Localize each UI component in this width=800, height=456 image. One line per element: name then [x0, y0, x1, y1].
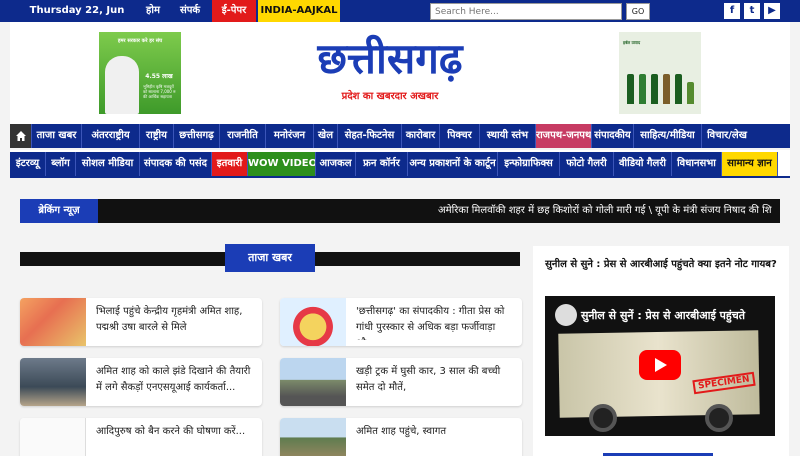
sidebar-widget: सुनील से सुने : प्रेस से आरबीआई पहुंचते … [533, 246, 789, 456]
news-card[interactable]: अमित शाह को काले झंडे दिखाने की तैयारी म… [20, 358, 262, 406]
video-title[interactable]: सुनील से सुनें : प्रेस से आरबीआई पहुंचते [581, 308, 745, 323]
search-input[interactable] [430, 3, 622, 20]
nav-literature-media[interactable]: साहित्य/मीडिया [634, 124, 702, 148]
nav-sports[interactable]: खेल [314, 124, 338, 148]
news-title[interactable]: अमित शाह को काले झंडे दिखाने की तैयारी म… [96, 364, 256, 396]
ad-banner-right[interactable]: हर्बल उत्पाद [619, 32, 701, 114]
ad-left-line3: भूमिहीन कृषि मजदूरों को सालाना 7,000 रु … [143, 84, 176, 99]
nav-infographics[interactable]: इन्फोग्राफिक्स [498, 152, 560, 176]
ad-banner-left[interactable]: हमर सरकार करे हर संघ 4.55 लाख भूमिहीन कृ… [99, 32, 181, 114]
breaking-news-label: ब्रेकिंग न्यूज़ [20, 199, 98, 223]
nav-vidhansabha[interactable]: विधानसभा [672, 152, 722, 176]
news-card[interactable]: आदिपुरुष को बैन करने की घोषणा करें... [20, 418, 262, 456]
breaking-news-ticker[interactable]: अमेरिका मिलवॉकी शहर में छह किशोरों को गो… [438, 199, 772, 223]
nav-rajpath-janpath[interactable]: राजपथ-जनपथ [536, 124, 592, 148]
site-logo[interactable]: छत्तीसगढ़ [280, 36, 500, 82]
ad-left-line2: 4.55 लाख [145, 73, 173, 80]
product-bottle-image [627, 74, 634, 104]
news-thumbnail[interactable] [280, 298, 346, 346]
top-link-home[interactable]: होम [138, 0, 168, 22]
news-title[interactable]: खड़ी ट्रक में घुसी कार, 3 साल की बच्ची स… [356, 364, 516, 396]
top-link-epaper[interactable]: ई-पेपर [212, 0, 256, 22]
breaking-news-bar: अमेरिका मिलवॉकी शहर में छह किशोरों को गो… [20, 199, 780, 223]
twitter-icon[interactable]: t [744, 3, 760, 19]
nav-wow-video[interactable]: WOW VIDEO [248, 152, 316, 176]
nav-cartoons[interactable]: अन्य प्रकाशनों के कार्टून [408, 152, 498, 176]
main-nav: ताजा खबर अंतरराष्ट्रीय राष्ट्रीय छत्तीसग… [10, 124, 790, 148]
news-title[interactable]: आदिपुरुष को बैन करने की घोषणा करें... [96, 424, 256, 440]
nav-itwari[interactable]: इतवारी [212, 152, 248, 176]
wheel-image [589, 404, 617, 432]
nav-health-fitness[interactable]: सेहत-फिटनेस [338, 124, 402, 148]
nav-video-gallery[interactable]: वीडियो गैलरी [614, 152, 672, 176]
site-tagline: प्रदेश का खबरदार अखबार [341, 91, 439, 102]
news-card[interactable]: 'छत्तीसगढ़' का संपादकीय : गीता प्रेस को … [280, 298, 522, 346]
product-bottle-image [687, 82, 694, 104]
news-title[interactable]: 'छत्तीसगढ़' का संपादकीय : गीता प्रेस को … [356, 304, 516, 340]
channel-avatar[interactable] [555, 304, 577, 326]
nav-opinion[interactable]: विचार/लेख [702, 124, 752, 148]
ad-person-image [105, 56, 139, 114]
nav-chhattisgarh[interactable]: छत्तीसगढ़ [174, 124, 220, 148]
nav-taaja-khabar[interactable]: ताजा खबर [32, 124, 82, 148]
product-bottle-image [639, 74, 646, 104]
news-card[interactable]: भिलाई पहुंचे केन्द्रीय गृहमंत्री अमित शा… [20, 298, 262, 346]
top-bar: Thursday 22, Jun 2023 होम संपर्क ई-पेपर … [0, 0, 800, 38]
section-title: ताजा खबर [225, 244, 315, 272]
ad-right-heading: हर्बल उत्पाद [623, 40, 641, 45]
nav-photo-gallery[interactable]: फोटो गैलरी [560, 152, 614, 176]
nav-general-knowledge[interactable]: सामान्य ज्ञान [722, 152, 778, 176]
nav-international[interactable]: अंतरराष्ट्रीय [82, 124, 140, 148]
wheel-image [705, 404, 733, 432]
nav-home[interactable] [10, 124, 32, 148]
ad-left-line1: हमर सरकार करे हर संघ [117, 38, 163, 44]
product-bottle-image [663, 74, 670, 104]
site-header: हमर सरकार करे हर संघ 4.55 लाख भूमिहीन कृ… [10, 22, 790, 124]
news-title[interactable]: भिलाई पहुंचे केन्द्रीय गृहमंत्री अमित शा… [96, 304, 256, 336]
secondary-nav: इंटरव्यू ब्लॉग सोशल मीडिया संपादक की पसं… [10, 150, 790, 178]
news-thumbnail[interactable] [280, 358, 346, 406]
news-thumbnail[interactable] [20, 358, 86, 406]
current-date: Thursday 22, Jun 2023 [29, 5, 125, 38]
news-title[interactable]: अमित शाह पहुंचे, स्वागत [356, 424, 516, 440]
news-thumbnail[interactable] [20, 298, 86, 346]
news-thumbnail[interactable] [280, 418, 346, 456]
nav-editors-choice[interactable]: संपादक की पसंद [140, 152, 212, 176]
nav-blog[interactable]: ब्लॉग [46, 152, 76, 176]
news-thumbnail[interactable] [20, 418, 86, 456]
nav-permanent-column[interactable]: स्थायी स्तंभ [480, 124, 536, 148]
youtube-icon[interactable]: ▶ [764, 3, 780, 19]
play-button[interactable] [639, 350, 681, 380]
product-bottle-image [651, 74, 658, 104]
nav-politics[interactable]: राजनीति [220, 124, 266, 148]
search-go-button[interactable]: GO [626, 3, 650, 20]
nav-entertainment[interactable]: मनोरंजन [266, 124, 314, 148]
home-icon [15, 131, 26, 141]
nav-national[interactable]: राष्ट्रीय [140, 124, 174, 148]
nav-social-media[interactable]: सोशल मीडिया [76, 152, 140, 176]
nav-business[interactable]: कारोबार [402, 124, 440, 148]
facebook-icon[interactable]: f [724, 3, 740, 19]
news-card[interactable]: खड़ी ट्रक में घुसी कार, 3 साल की बच्ची स… [280, 358, 522, 406]
nav-fun-corner[interactable]: फ्रन कॉर्नर [356, 152, 408, 176]
sidebar-video-heading[interactable]: सुनील से सुने : प्रेस से आरबीआई पहुंचते … [541, 256, 781, 274]
nav-editorial[interactable]: संपादकीय [592, 124, 634, 148]
product-bottle-image [675, 74, 682, 104]
top-link-contact[interactable]: संपर्क [170, 0, 210, 22]
nav-interview[interactable]: इंटरव्यू [10, 152, 46, 176]
nav-picture[interactable]: पिक्चर [440, 124, 480, 148]
video-player[interactable]: सुनील से सुनें : प्रेस से आरबीआई पहुंचते… [545, 296, 775, 436]
nav-aajkal[interactable]: आजकल [316, 152, 356, 176]
top-link-india-aajkal[interactable]: INDIA-AAJKAL [258, 0, 340, 22]
news-card[interactable]: अमित शाह पहुंचे, स्वागत [280, 418, 522, 456]
play-icon [655, 358, 667, 372]
